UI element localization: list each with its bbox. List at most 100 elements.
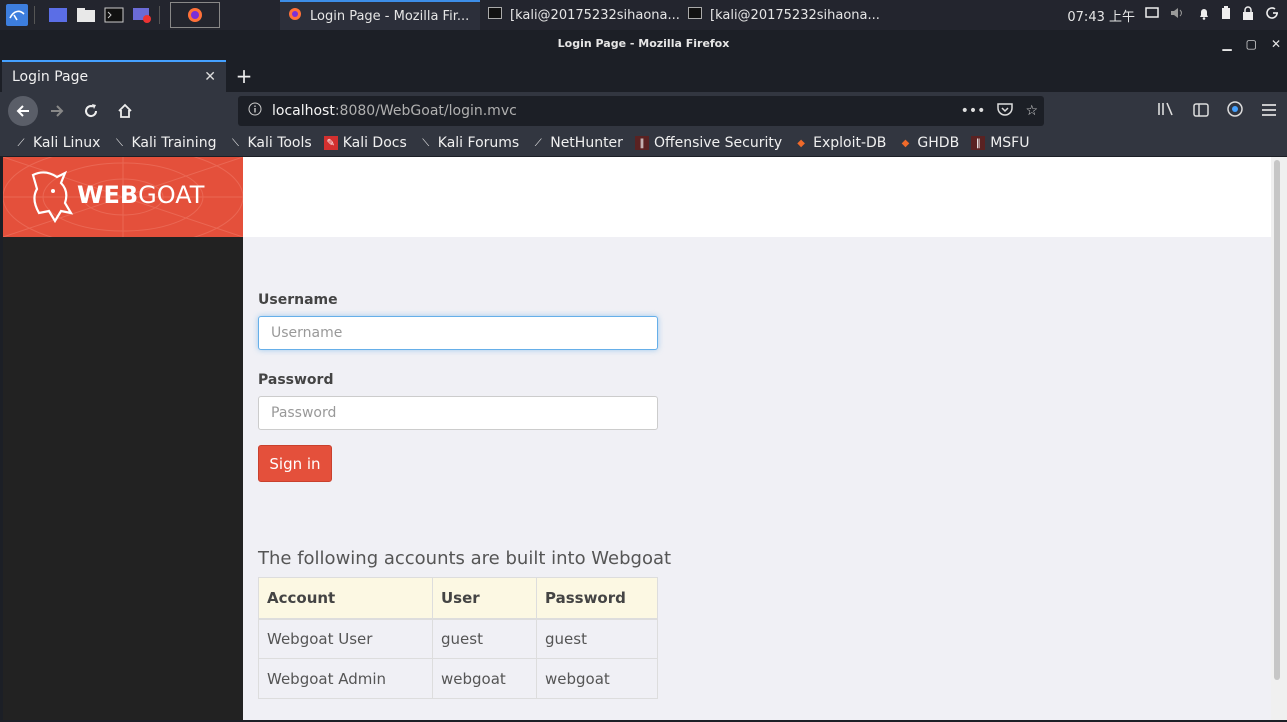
username-label: Username [258, 292, 338, 308]
window-titlebar: Login Page - Mozilla Firefox ▁ ▢ ✕ [0, 30, 1287, 58]
taskbar-task-label: [kali@20175232sihaona... [510, 7, 680, 23]
sign-in-button[interactable]: Sign in [258, 445, 332, 482]
brand-name: WEBGOAT [77, 181, 205, 209]
tab-strip: Login Page ✕ + [0, 58, 1287, 92]
kali-dragon-icon: ⟍ [115, 137, 123, 149]
terminal-icon [688, 7, 702, 23]
offsec-icon: ‖ [634, 136, 649, 150]
user-cell: webgoat [432, 658, 537, 699]
lock-screen-icon[interactable] [1241, 6, 1255, 24]
sidebar-toggle-icon[interactable] [1193, 102, 1209, 121]
bookmark-ghdb[interactable]: ◆ GHDB [898, 135, 960, 151]
site-info-icon[interactable] [248, 102, 262, 120]
taskbar-separator [34, 6, 35, 24]
account-cell: Webgoat Admin [258, 658, 433, 699]
exploitdb-icon: ◆ [901, 137, 910, 149]
taskbar-firefox-task[interactable]: Login Page - Mozilla Fir... [280, 0, 480, 30]
terminal-icon [488, 7, 502, 23]
kali-dragon-icon: ⟍ [422, 137, 430, 149]
minimize-icon[interactable]: ▁ [1222, 30, 1231, 58]
tab-title: Login Page [12, 69, 89, 85]
column-header-account: Account [258, 577, 433, 620]
url-path: :8080/WebGoat/login.mvc [334, 103, 517, 119]
bookmark-kali-forums[interactable]: ⟍ Kali Forums [419, 135, 519, 151]
bookmark-kali-linux[interactable]: ⟋ Kali Linux [14, 135, 101, 151]
url-bar[interactable]: localhost:8080/WebGoat/login.mvc ••• ☆ [238, 96, 1044, 126]
system-tray: 07:43 上午 [1067, 0, 1287, 30]
menu-hamburger-icon[interactable] [1261, 102, 1277, 121]
offsec-icon: ‖ [971, 136, 986, 150]
taskbar-separator [159, 6, 160, 24]
accounts-heading: The following accounts are built into We… [258, 548, 672, 569]
goat-logo-icon [31, 170, 74, 224]
volume-icon[interactable] [1169, 6, 1187, 24]
close-window-icon[interactable]: ✕ [1271, 30, 1281, 58]
nethunter-icon: ⟋ [534, 137, 542, 149]
firefox-launcher-icon[interactable] [170, 2, 220, 28]
reload-icon[interactable] [76, 96, 106, 126]
os-taskbar: Login Page - Mozilla Fir... [kali@201752… [0, 0, 1287, 30]
firefox-icon [288, 7, 302, 25]
url-host: localhost [272, 103, 335, 119]
pocket-icon[interactable] [997, 102, 1014, 120]
scrollbar-thumb[interactable] [1274, 160, 1280, 680]
account-cell: Webgoat User [258, 618, 433, 659]
window-title: Login Page - Mozilla Firefox [557, 37, 730, 50]
username-input[interactable] [258, 316, 658, 350]
kali-menu-icon[interactable] [6, 4, 28, 26]
bookmark-nethunter[interactable]: ⟋ NetHunter [531, 135, 623, 151]
display-icon[interactable] [1145, 7, 1159, 23]
taskbar-task-label: Login Page - Mozilla Fir... [310, 8, 470, 24]
kali-dragon-icon: ⟍ [231, 137, 239, 149]
bookmark-msfu[interactable]: ‖ MSFU [971, 135, 1029, 151]
kali-dragon-icon: ⟋ [17, 137, 25, 149]
exploitdb-icon: ◆ [797, 137, 805, 149]
close-tab-icon[interactable]: ✕ [204, 69, 216, 85]
webgoat-brand[interactable]: WEBGOAT [3, 157, 243, 237]
library-icon[interactable] [1157, 101, 1175, 121]
page-scrollbar[interactable] [1271, 157, 1287, 720]
column-header-user: User [432, 577, 537, 620]
bookmarks-toolbar: ⟋ Kali Linux ⟍ Kali Training ⟍ Kali Tools ✎… [0, 130, 1287, 156]
notification-bell-icon[interactable] [1197, 6, 1211, 24]
taskbar-task-label: [kali@20175232sihaona... [710, 7, 880, 23]
home-icon[interactable] [110, 96, 140, 126]
show-desktop-icon[interactable] [47, 4, 69, 26]
page-actions-icon[interactable]: ••• [961, 103, 986, 119]
forward-icon[interactable] [42, 96, 72, 126]
table-header-row: Account User Password [258, 577, 658, 620]
taskbar-terminal-task[interactable]: [kali@20175232sihaona... [480, 0, 680, 30]
password-cell: guest [536, 618, 658, 659]
terminal-icon[interactable] [103, 4, 125, 26]
table-row: Webgoat Admin webgoat webgoat [258, 658, 658, 699]
bookmark-kali-docs[interactable]: ✎ Kali Docs [323, 135, 407, 151]
password-label: Password [258, 372, 334, 388]
power-manager-icon[interactable] [1221, 6, 1231, 24]
accounts-table: Account User Password Webgoat User guest… [258, 577, 658, 699]
user-cell: guest [432, 618, 537, 659]
account-icon[interactable] [1227, 101, 1243, 121]
table-row: Webgoat User guest guest [258, 618, 658, 659]
tab-login-page[interactable]: Login Page ✕ [2, 60, 226, 92]
file-manager-icon[interactable] [75, 4, 97, 26]
column-header-password: Password [536, 577, 658, 620]
bookmark-kali-tools[interactable]: ⟍ Kali Tools [228, 135, 312, 151]
logout-icon[interactable] [1265, 6, 1279, 24]
taskbar-terminal-task[interactable]: [kali@20175232sihaona... [680, 0, 880, 30]
bookmark-star-icon[interactable]: ☆ [1025, 103, 1038, 119]
password-input[interactable] [258, 396, 658, 430]
kali-docs-icon: ✎ [323, 136, 338, 150]
new-tab-icon[interactable]: + [234, 64, 254, 88]
login-form: Username Password Sign in [258, 292, 658, 482]
maximize-icon[interactable]: ▢ [1246, 30, 1257, 58]
navigation-toolbar: localhost:8080/WebGoat/login.mvc ••• ☆ [0, 92, 1287, 130]
page-header [243, 157, 1271, 237]
bookmark-offensive-security[interactable]: ‖ Offensive Security [634, 135, 782, 151]
clock[interactable]: 07:43 上午 [1067, 6, 1135, 25]
screen-recorder-icon[interactable] [131, 4, 153, 26]
back-icon[interactable] [8, 96, 38, 126]
bookmark-kali-training[interactable]: ⟍ Kali Training [112, 135, 216, 151]
webpage-viewport: WEBGOAT Username Password Sign in The fo… [3, 157, 1271, 720]
bookmark-exploit-db[interactable]: ◆ Exploit-DB [794, 135, 886, 151]
webgoat-sidebar [3, 157, 243, 720]
